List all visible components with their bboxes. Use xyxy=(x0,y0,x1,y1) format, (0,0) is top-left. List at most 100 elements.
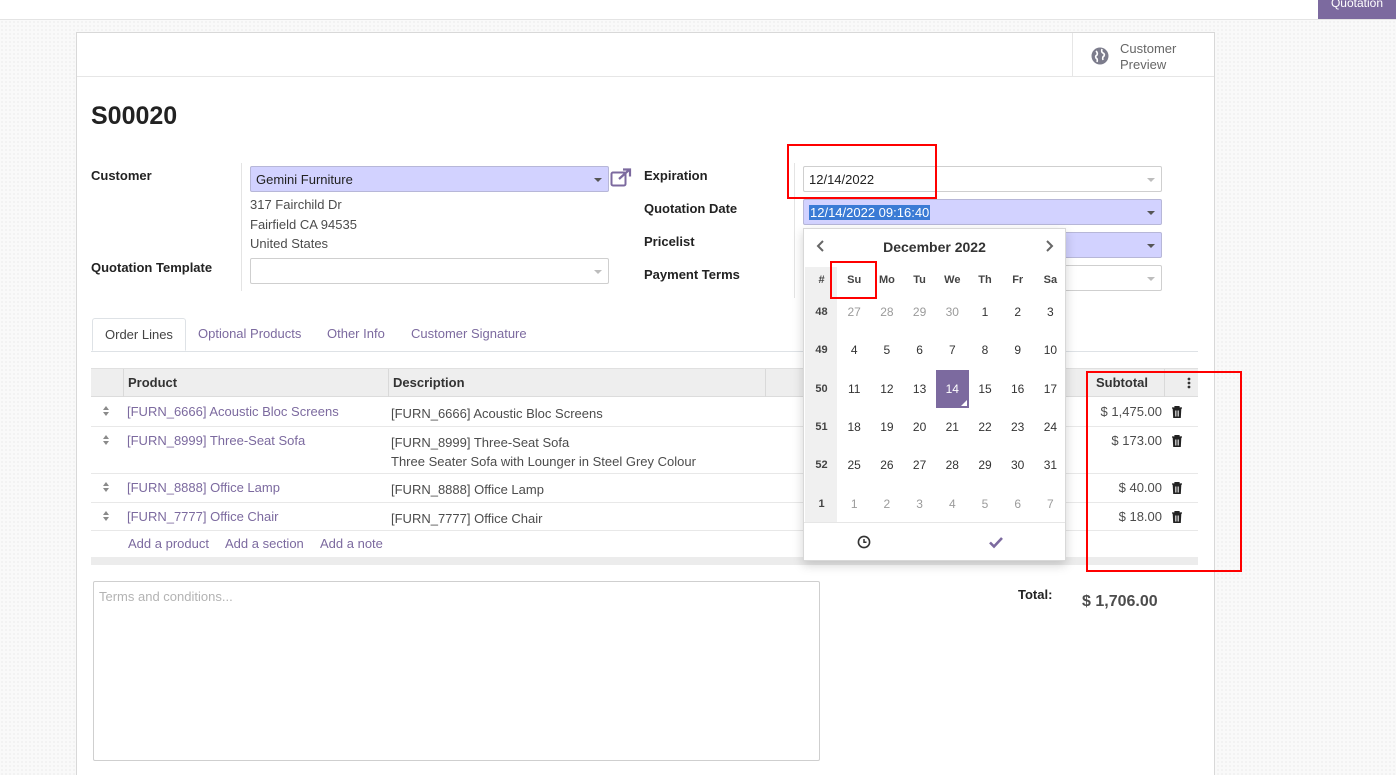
day-cell[interactable]: 20 xyxy=(903,408,936,446)
day-cell[interactable]: 21 xyxy=(936,408,969,446)
tab-customer-signature[interactable]: Customer Signature xyxy=(399,318,539,351)
column-separator xyxy=(388,369,389,397)
day-cell[interactable]: 3 xyxy=(903,485,936,523)
day-cell[interactable]: 3 xyxy=(1034,293,1067,331)
day-cell[interactable]: 9 xyxy=(1001,331,1034,369)
day-cell[interactable]: 29 xyxy=(903,293,936,331)
tab-optional-products[interactable]: Optional Products xyxy=(186,318,313,351)
week-number: 51 xyxy=(815,420,828,433)
day-cell-selected[interactable]: 14 xyxy=(935,369,969,408)
day-cell[interactable]: 27 xyxy=(903,446,936,484)
description-cell[interactable]: [FURN_8999] Three-Seat Sofa Three Seater… xyxy=(391,433,696,471)
product-cell[interactable]: [FURN_7777] Office Chair xyxy=(127,509,279,524)
day-cell[interactable]: 31 xyxy=(1034,446,1067,484)
quotation-date-field[interactable]: 12/14/2022 09:16:40 xyxy=(803,199,1162,225)
product-cell[interactable]: [FURN_6666] Acoustic Bloc Screens xyxy=(127,404,339,419)
sheet-button-box: Customer Preview xyxy=(77,33,1214,77)
chevron-down-icon[interactable] xyxy=(1147,277,1155,281)
expiration-label: Expiration xyxy=(644,168,708,183)
chevron-down-icon[interactable] xyxy=(1147,244,1155,248)
day-cell[interactable]: 11 xyxy=(838,370,871,408)
datepicker-month-title[interactable]: December 2022 xyxy=(804,239,1065,255)
day-cell[interactable]: 1 xyxy=(838,485,871,523)
day-of-week-we: We xyxy=(944,274,961,286)
day-cell[interactable]: 30 xyxy=(936,293,969,331)
day-cell[interactable]: 5 xyxy=(969,485,1002,523)
day-cell[interactable]: 7 xyxy=(936,331,969,369)
day-cell[interactable]: 2 xyxy=(1001,293,1034,331)
pricelist-label: Pricelist xyxy=(644,234,695,249)
quotation-button[interactable]: Quotation xyxy=(1318,0,1396,19)
day-cell[interactable]: 17 xyxy=(1034,370,1067,408)
record-title: S00020 xyxy=(91,102,178,130)
day-cell[interactable]: 2 xyxy=(870,485,903,523)
day-cell[interactable]: 19 xyxy=(870,408,903,446)
product-cell[interactable]: [FURN_8999] Three-Seat Sofa xyxy=(127,433,305,448)
day-cell[interactable]: 24 xyxy=(1034,408,1067,446)
add-section-link[interactable]: Add a section xyxy=(225,536,304,551)
day-cell[interactable]: 28 xyxy=(936,446,969,484)
week-number: 52 xyxy=(815,459,828,472)
day-cell[interactable]: 7 xyxy=(1034,485,1067,523)
chevron-down-icon[interactable] xyxy=(594,270,602,274)
day-cell[interactable]: 29 xyxy=(969,446,1002,484)
customer-preview-button[interactable]: Customer Preview xyxy=(1072,33,1214,77)
clock-icon[interactable] xyxy=(857,535,871,549)
day-cell[interactable]: 4 xyxy=(838,331,871,369)
description-column-header[interactable]: Description xyxy=(393,375,465,390)
week-number: 49 xyxy=(815,344,828,357)
quotation-template-field[interactable] xyxy=(250,258,609,284)
day-cell[interactable]: 25 xyxy=(838,446,871,484)
chevron-down-icon[interactable] xyxy=(1147,178,1155,182)
customer-preview-label: Customer Preview xyxy=(1120,41,1177,72)
globe-icon xyxy=(1091,47,1109,65)
chevron-right-icon[interactable] xyxy=(1042,238,1056,254)
day-cell[interactable]: 13 xyxy=(903,370,936,408)
week-number: 50 xyxy=(815,382,828,395)
highlight-box-subtotal xyxy=(1086,371,1242,572)
day-cell[interactable]: 5 xyxy=(870,331,903,369)
customer-label: Customer xyxy=(91,168,152,183)
day-cell[interactable]: 22 xyxy=(969,408,1002,446)
highlight-box-sunday xyxy=(830,261,877,299)
description-cell[interactable]: [FURN_7777] Office Chair xyxy=(391,509,543,528)
day-cell[interactable]: 6 xyxy=(903,331,936,369)
drag-handle-icon[interactable] xyxy=(103,482,110,494)
drag-handle-icon[interactable] xyxy=(103,435,110,447)
day-cell[interactable]: 23 xyxy=(1001,408,1034,446)
tab-order-lines[interactable]: Order Lines xyxy=(92,318,186,351)
day-cell[interactable]: 10 xyxy=(1034,331,1067,369)
day-cell[interactable]: 1 xyxy=(969,293,1002,331)
day-of-week-th: Th xyxy=(978,274,992,286)
day-cell[interactable]: 6 xyxy=(1001,485,1034,523)
day-cell[interactable]: 26 xyxy=(870,446,903,484)
check-icon[interactable] xyxy=(988,535,1004,549)
highlight-box-expiration xyxy=(787,144,937,199)
add-product-link[interactable]: Add a product xyxy=(128,536,209,551)
day-cell[interactable]: 8 xyxy=(969,331,1002,369)
chevron-down-icon[interactable] xyxy=(1147,211,1155,215)
day-cell[interactable]: 16 xyxy=(1001,370,1034,408)
chevron-down-icon[interactable] xyxy=(594,178,602,182)
product-column-header[interactable]: Product xyxy=(128,375,177,390)
day-cell[interactable]: 30 xyxy=(1001,446,1034,484)
description-cell[interactable]: [FURN_8888] Office Lamp xyxy=(391,480,544,499)
drag-handle-icon[interactable] xyxy=(103,511,110,523)
customer-address: 317 Fairchild Dr Fairfield CA 94535 Unit… xyxy=(250,195,357,254)
tab-other-info[interactable]: Other Info xyxy=(315,318,397,351)
description-cell[interactable]: [FURN_6666] Acoustic Bloc Screens xyxy=(391,404,603,423)
external-link-icon[interactable] xyxy=(610,168,632,188)
day-cell[interactable]: 15 xyxy=(969,370,1002,408)
customer-field[interactable]: Gemini Furniture xyxy=(250,166,609,192)
day-cell[interactable]: 4 xyxy=(936,485,969,523)
quotation-date-value: 12/14/2022 09:16:40 xyxy=(809,205,931,220)
column-separator xyxy=(765,369,766,397)
day-cell[interactable]: 12 xyxy=(870,370,903,408)
drag-handle-icon[interactable] xyxy=(103,406,110,418)
column-separator xyxy=(123,369,124,397)
label-divider xyxy=(241,163,242,291)
day-cell[interactable]: 18 xyxy=(838,408,871,446)
terms-textarea[interactable]: Terms and conditions... xyxy=(93,581,820,761)
product-cell[interactable]: [FURN_8888] Office Lamp xyxy=(127,480,280,495)
add-note-link[interactable]: Add a note xyxy=(320,536,383,551)
